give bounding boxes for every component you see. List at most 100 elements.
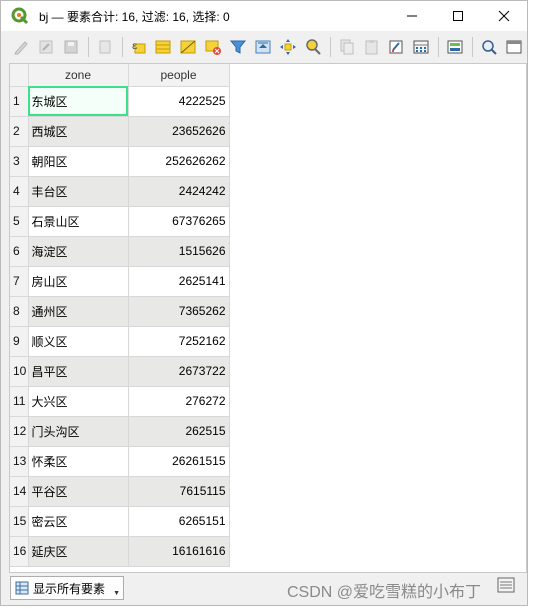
- zone-cell[interactable]: 通州区: [28, 296, 129, 327]
- table-row[interactable]: 16 延庆区 16161616: [10, 536, 230, 567]
- corner-header[interactable]: [10, 64, 29, 87]
- expression-select-button[interactable]: ε: [127, 35, 151, 59]
- table-row[interactable]: 4 丰台区 2424242: [10, 176, 230, 207]
- row-number[interactable]: 10: [10, 356, 29, 387]
- zone-cell[interactable]: 门头沟区: [28, 416, 129, 447]
- zone-cell[interactable]: 朝阳区: [28, 146, 129, 177]
- attribute-table[interactable]: zone people 1 东城区 4222525 2 西城区 23652626 3 朝阳区 2…: [9, 63, 527, 573]
- paste-button[interactable]: [360, 35, 384, 59]
- zone-cell[interactable]: 丰台区: [28, 176, 129, 207]
- row-number[interactable]: 11: [10, 386, 29, 417]
- zone-cell[interactable]: 顺义区: [28, 326, 129, 357]
- pan-to-selected-button[interactable]: [276, 35, 300, 59]
- zone-cell[interactable]: 西城区: [28, 116, 129, 147]
- zone-cell[interactable]: 昌平区: [28, 356, 129, 387]
- dock-button[interactable]: [502, 35, 526, 59]
- column-header-people[interactable]: people: [128, 64, 230, 87]
- filter-button[interactable]: [226, 35, 250, 59]
- people-cell[interactable]: 262515: [128, 416, 230, 447]
- row-number[interactable]: 7: [10, 266, 29, 297]
- people-cell[interactable]: 67376265: [128, 206, 230, 237]
- people-cell[interactable]: 252626262: [128, 146, 230, 177]
- people-cell[interactable]: 276272: [128, 386, 230, 417]
- table-row[interactable]: 8 通州区 7365262: [10, 296, 230, 327]
- row-number[interactable]: 3: [10, 146, 29, 177]
- title-bar[interactable]: bj — 要素合计: 16, 过滤: 16, 选择: 0: [1, 1, 527, 31]
- row-number[interactable]: 1: [10, 86, 29, 117]
- field-calculator-button[interactable]: [409, 35, 433, 59]
- toggle-editing-icon: [14, 41, 28, 55]
- move-selection-top-button[interactable]: [251, 35, 275, 59]
- column-header-zone[interactable]: zone: [28, 64, 129, 87]
- people-cell[interactable]: 2625141: [128, 266, 230, 297]
- table-row[interactable]: 10 昌平区 2673722: [10, 356, 230, 387]
- delete-field-button[interactable]: [384, 35, 408, 59]
- row-number[interactable]: 9: [10, 326, 29, 357]
- zone-cell[interactable]: 大兴区: [28, 386, 129, 417]
- row-number[interactable]: 13: [10, 446, 29, 477]
- zone-cell[interactable]: 房山区: [28, 266, 129, 297]
- zone-cell[interactable]: 延庆区: [28, 536, 129, 567]
- invert-selection-button[interactable]: [176, 35, 200, 59]
- table-row[interactable]: 12 门头沟区 262515: [10, 416, 230, 447]
- zone-cell[interactable]: 平谷区: [28, 476, 129, 507]
- table-row[interactable]: 15 密云区 6265151: [10, 506, 230, 537]
- filter-mode-dropdown[interactable]: 显示所有要素 ▼: [10, 576, 124, 600]
- row-number[interactable]: 16: [10, 536, 29, 567]
- row-number[interactable]: 6: [10, 236, 29, 267]
- conditional-formatting-button[interactable]: [443, 35, 467, 59]
- pan-to-selected-icon: [279, 39, 296, 55]
- row-number[interactable]: 12: [10, 416, 29, 447]
- switch-form-view-button[interactable]: [495, 575, 517, 595]
- row-number[interactable]: 15: [10, 506, 29, 537]
- close-button[interactable]: [481, 1, 527, 31]
- table-row[interactable]: 3 朝阳区 252626262: [10, 146, 230, 177]
- people-cell[interactable]: 26261515: [128, 446, 230, 477]
- delete-feature-button[interactable]: [93, 35, 117, 59]
- people-cell[interactable]: 7365262: [128, 296, 230, 327]
- toggle-editing-button[interactable]: [9, 35, 33, 59]
- table-row[interactable]: 11 大兴区 276272: [10, 386, 230, 417]
- window-title: bj — 要素合计: 16, 过滤: 16, 选择: 0: [39, 9, 230, 24]
- multi-edit-icon: [39, 40, 53, 54]
- people-cell[interactable]: 6265151: [128, 506, 230, 537]
- table-row[interactable]: 13 怀柔区 26261515: [10, 446, 230, 477]
- people-cell[interactable]: 4222525: [128, 86, 230, 117]
- row-number[interactable]: 5: [10, 206, 29, 237]
- table-row[interactable]: 5 石景山区 67376265: [10, 206, 230, 237]
- people-cell[interactable]: 7252162: [128, 326, 230, 357]
- row-number[interactable]: 14: [10, 476, 29, 507]
- people-cell[interactable]: 7615115: [128, 476, 230, 507]
- multi-edit-button[interactable]: [34, 35, 58, 59]
- table-row[interactable]: 7 房山区 2625141: [10, 266, 230, 297]
- copy-button[interactable]: [335, 35, 359, 59]
- table-row[interactable]: 6 海淀区 1515626: [10, 236, 230, 267]
- row-number[interactable]: 8: [10, 296, 29, 327]
- maximize-button[interactable]: [435, 1, 481, 31]
- deselect-all-button[interactable]: [201, 35, 225, 59]
- zone-cell[interactable]: 密云区: [28, 506, 129, 537]
- zone-cell[interactable]: 石景山区: [28, 206, 129, 237]
- select-all-button[interactable]: [151, 35, 175, 59]
- people-cell[interactable]: 2424242: [128, 176, 230, 207]
- row-number[interactable]: 2: [10, 116, 29, 147]
- people-cell[interactable]: 16161616: [128, 536, 230, 567]
- people-cell[interactable]: 1515626: [128, 236, 230, 267]
- minimize-button[interactable]: [389, 1, 435, 31]
- filter-icon: [229, 40, 247, 54]
- table-header-row: zone people: [10, 64, 230, 87]
- people-cell[interactable]: 23652626: [128, 116, 230, 147]
- zone-cell[interactable]: 怀柔区: [28, 446, 129, 477]
- people-cell[interactable]: 2673722: [128, 356, 230, 387]
- save-edits-button[interactable]: [59, 35, 83, 59]
- zone-cell[interactable]: 东城区: [28, 86, 129, 117]
- zoom-to-selected-button[interactable]: [301, 35, 325, 59]
- table-row[interactable]: 9 顺义区 7252162: [10, 326, 230, 357]
- table-row[interactable]: 2 西城区 23652626: [10, 116, 230, 147]
- table-row[interactable]: 14 平谷区 7615115: [10, 476, 230, 507]
- table-row[interactable]: 1 东城区 4222525: [10, 86, 230, 117]
- row-number[interactable]: 4: [10, 176, 29, 207]
- actions-button[interactable]: [477, 35, 501, 59]
- zone-cell[interactable]: 海淀区: [28, 236, 129, 267]
- conditional-formatting-icon: [447, 40, 463, 54]
